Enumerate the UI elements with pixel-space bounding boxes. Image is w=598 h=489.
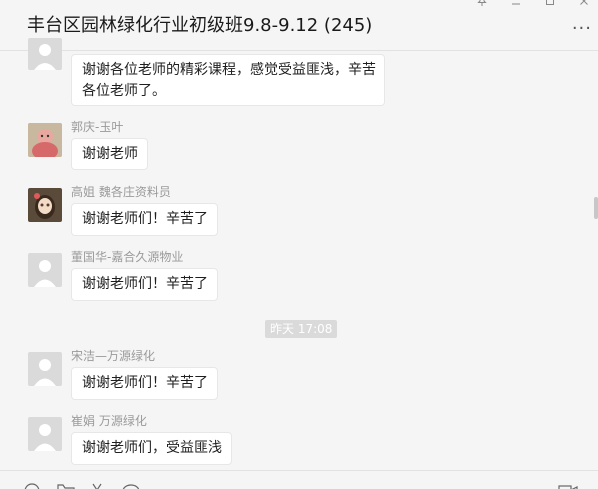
scissors-icon[interactable] xyxy=(90,483,104,489)
timestamp-divider: 昨天 17:08 xyxy=(265,320,338,338)
scrollbar[interactable] xyxy=(594,197,598,219)
maximize-icon[interactable] xyxy=(544,0,556,7)
default-avatar-icon[interactable] xyxy=(28,352,62,386)
more-options-button[interactable]: ··· xyxy=(572,20,592,38)
default-avatar-icon[interactable] xyxy=(28,253,62,287)
close-icon[interactable] xyxy=(578,0,590,7)
sender-name: 高姐 魏各庄资料员 xyxy=(71,185,171,199)
message-bubble[interactable]: 谢谢各位老师的精彩课程，感觉受益匪浅，辛苦 各位老师了。 xyxy=(71,54,385,106)
sender-name: 郭庆-玉叶 xyxy=(71,120,124,134)
message-bubble[interactable]: 谢谢老师们，受益匪浅 xyxy=(71,432,232,465)
message-bubble[interactable]: 谢谢老师们！辛苦了 xyxy=(71,203,218,236)
minimize-icon[interactable] xyxy=(510,0,522,7)
folder-icon[interactable] xyxy=(57,483,75,489)
window-controls xyxy=(476,0,590,8)
chat-history-icon[interactable] xyxy=(122,483,140,489)
photo-avatar[interactable] xyxy=(28,123,62,157)
message-bubble[interactable]: 谢谢老师们！辛苦了 xyxy=(71,367,218,400)
pin-icon[interactable] xyxy=(476,0,488,7)
sender-name: 董国华-嘉合久源物业 xyxy=(71,250,184,264)
chat-window: 丰台区园林绿化行业初级班9.8-9.12 (245) ··· 谢谢各位老师的精彩… xyxy=(0,0,598,489)
message-text-line: 各位老师了。 xyxy=(82,83,166,99)
message-text-line: 谢谢各位老师的精彩课程，感觉受益匪浅，辛苦 xyxy=(82,62,376,78)
sender-name: 崔娟 万源绿化 xyxy=(71,414,147,428)
default-avatar-icon[interactable] xyxy=(28,417,62,451)
default-avatar-icon[interactable] xyxy=(28,38,62,70)
chat-header: 丰台区园林绿化行业初级班9.8-9.12 (245) ··· xyxy=(0,0,598,51)
sender-name: 宋洁—万源绿化 xyxy=(71,349,156,363)
chat-title: 丰台区园林绿化行业初级班9.8-9.12 (245) xyxy=(27,15,373,36)
message-bubble[interactable]: 谢谢老师 xyxy=(71,138,148,170)
video-call-icon[interactable] xyxy=(558,483,578,489)
emoji-icon[interactable] xyxy=(24,483,40,489)
anime-avatar[interactable] xyxy=(28,188,62,222)
message-bubble[interactable]: 谢谢老师们！辛苦了 xyxy=(71,268,218,301)
input-toolbar xyxy=(0,470,598,489)
